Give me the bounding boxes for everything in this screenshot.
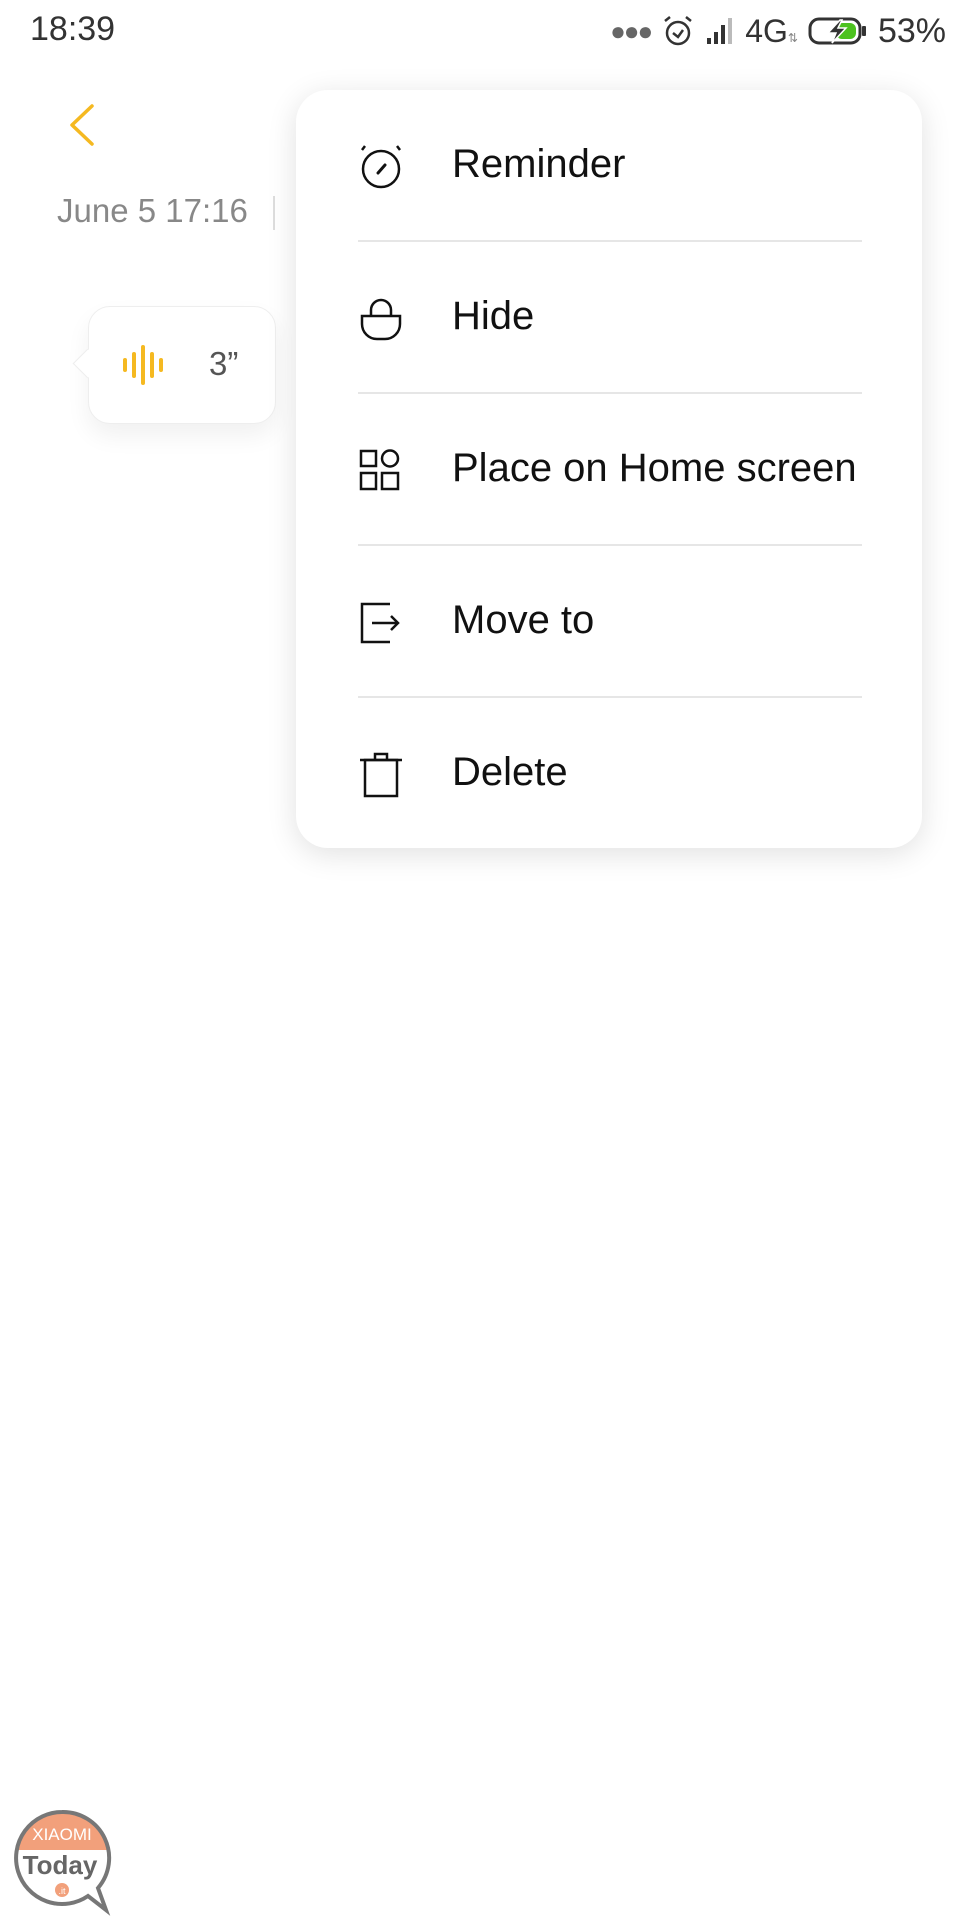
menu-item-delete[interactable]: Delete (296, 698, 922, 850)
menu-item-label: Delete (452, 750, 568, 794)
menu-item-label: Hide (452, 294, 535, 338)
move-folder-icon (360, 602, 400, 644)
menu-item-label: Reminder (452, 142, 626, 186)
voice-note-bubble[interactable]: 3” (88, 306, 276, 424)
watermark-line2: Today (23, 1850, 98, 1880)
menu-item-move-to[interactable]: Move to (296, 546, 922, 698)
menu-item-label: Move to (452, 598, 595, 642)
voice-duration: 3” (209, 345, 239, 382)
menu-item-hide[interactable]: Hide (296, 242, 922, 394)
note-date: June 5 17:16 (57, 192, 248, 229)
signal-icon (707, 18, 733, 44)
menu-item-place-on-home-screen[interactable]: Place on Home screen (296, 394, 922, 546)
menu-item-reminder[interactable]: Reminder (296, 90, 922, 242)
battery-charging-icon (808, 17, 866, 45)
chevron-left-icon[interactable] (62, 100, 102, 150)
battery-percent: 53% (877, 11, 946, 50)
context-menu: Reminder Hide Place on Home screen Move … (296, 90, 922, 848)
alarm-clock-icon (361, 145, 401, 189)
lock-icon (360, 298, 402, 341)
alarm-icon (664, 16, 692, 46)
status-bar: 18:39 ●●● 4G⇅ 53% (0, 0, 960, 62)
watermark-line1: XIAOMI (32, 1825, 92, 1844)
date-separator (273, 196, 275, 230)
network-label: 4G (745, 12, 788, 49)
trash-icon (360, 752, 402, 798)
status-icons: ●●● 4G⇅ 53% (610, 10, 946, 52)
watermark-line3: .it (58, 1886, 66, 1896)
network-4g-icon: 4G⇅ (745, 12, 798, 49)
watermark-logo: XIAOMI Today .it (14, 1809, 112, 1916)
sound-wave-icon (123, 345, 163, 385)
widgets-icon (359, 449, 400, 491)
more-dots-icon: ●●● (610, 15, 653, 46)
status-time: 18:39 (30, 10, 116, 48)
menu-item-label: Place on Home screen (452, 446, 857, 490)
